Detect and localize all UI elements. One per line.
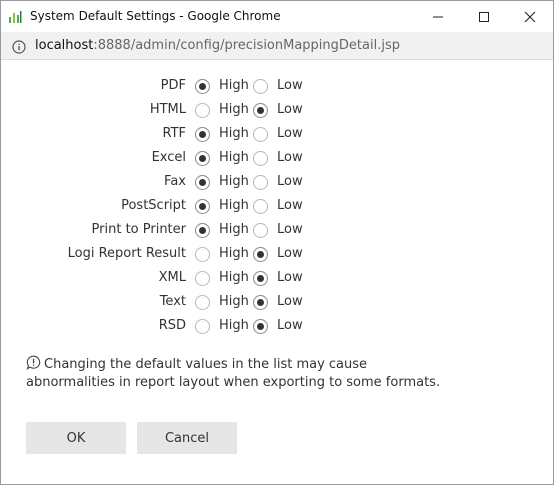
radio-high[interactable]	[195, 199, 210, 214]
format-label: Excel	[151, 150, 186, 165]
format-row: RTF High Low	[1, 123, 553, 147]
url-host: localhost	[35, 38, 94, 53]
info-icon[interactable]	[12, 39, 26, 54]
format-label: PDF	[160, 78, 186, 93]
format-row: HTML High Low	[1, 99, 553, 123]
cancel-button[interactable]: Cancel	[137, 422, 237, 454]
radio-low[interactable]	[253, 295, 268, 310]
radio-high-label[interactable]: High	[219, 270, 249, 285]
radio-high-label[interactable]: High	[219, 78, 249, 93]
radio-low[interactable]	[253, 175, 268, 190]
format-label: XML	[158, 270, 186, 285]
radio-low-label[interactable]: Low	[277, 246, 303, 261]
radio-high[interactable]	[195, 103, 210, 118]
radio-high[interactable]	[195, 151, 210, 166]
url-path: :8888/admin/config/precisionMappingDetai…	[93, 38, 400, 53]
radio-low[interactable]	[253, 199, 268, 214]
radio-low[interactable]	[253, 103, 268, 118]
radio-high-label[interactable]: High	[219, 174, 249, 189]
radio-low-label[interactable]: Low	[277, 102, 303, 117]
radio-low-label[interactable]: Low	[277, 270, 303, 285]
radio-high-label[interactable]: High	[219, 150, 249, 165]
radio-low-label[interactable]: Low	[277, 222, 303, 237]
format-label: Print to Printer	[91, 222, 186, 237]
radio-high[interactable]	[195, 295, 210, 310]
format-label: PostScript	[121, 198, 186, 213]
radio-low-label[interactable]: Low	[277, 174, 303, 189]
radio-high-label[interactable]: High	[219, 246, 249, 261]
radio-low[interactable]	[253, 271, 268, 286]
radio-low[interactable]	[253, 223, 268, 238]
radio-high[interactable]	[195, 271, 210, 286]
warning-icon	[26, 355, 41, 370]
format-row: PDF High Low	[1, 75, 553, 99]
radio-high-label[interactable]: High	[219, 198, 249, 213]
format-row: Text High Low	[1, 291, 553, 315]
radio-low-label[interactable]: Low	[277, 78, 303, 93]
radio-low-label[interactable]: Low	[277, 318, 303, 333]
format-label: RSD	[158, 318, 186, 333]
ok-button[interactable]: OK	[26, 422, 126, 454]
address-bar[interactable]: localhost:8888/admin/config/precisionMap…	[1, 32, 553, 60]
radio-high[interactable]	[195, 127, 210, 142]
url-text[interactable]: localhost:8888/admin/config/precisionMap…	[35, 38, 400, 53]
format-row: Fax High Low	[1, 171, 553, 195]
radio-high[interactable]	[195, 223, 210, 238]
radio-high[interactable]	[195, 319, 210, 334]
radio-high[interactable]	[195, 79, 210, 94]
warning-text: Changing the default values in the list …	[26, 357, 441, 390]
title-bar: System Default Settings - Google Chrome	[1, 1, 553, 32]
maximize-button[interactable]	[461, 1, 507, 32]
radio-low-label[interactable]: Low	[277, 294, 303, 309]
radio-high[interactable]	[195, 175, 210, 190]
format-label: Logi Report Result	[67, 246, 186, 261]
format-label: RTF	[162, 126, 186, 141]
radio-high-label[interactable]: High	[219, 102, 249, 117]
minimize-button[interactable]	[415, 1, 461, 32]
format-label: Text	[159, 294, 186, 309]
dialog-content: PDF High Low HTML High Low RTF High Low Excel High…	[1, 61, 553, 485]
radio-low[interactable]	[253, 79, 268, 94]
app-icon	[8, 9, 22, 23]
format-row: Print to Printer High Low	[1, 219, 553, 243]
radio-high-label[interactable]: High	[219, 126, 249, 141]
radio-low[interactable]	[253, 151, 268, 166]
radio-high[interactable]	[195, 247, 210, 262]
radio-high-label[interactable]: High	[219, 318, 249, 333]
radio-high-label[interactable]: High	[219, 294, 249, 309]
dialog-window: System Default Settings - Google Chrome …	[0, 0, 554, 485]
window-title: System Default Settings - Google Chrome	[30, 9, 281, 23]
radio-low[interactable]	[253, 319, 268, 334]
warning-note: Changing the default values in the list …	[26, 355, 456, 392]
format-row: XML High Low	[1, 267, 553, 291]
radio-low[interactable]	[253, 247, 268, 262]
radio-low-label[interactable]: Low	[277, 150, 303, 165]
format-row: Logi Report Result High Low	[1, 243, 553, 267]
format-row: Excel High Low	[1, 147, 553, 171]
radio-low-label[interactable]: Low	[277, 126, 303, 141]
format-row: PostScript High Low	[1, 195, 553, 219]
radio-low[interactable]	[253, 127, 268, 142]
radio-low-label[interactable]: Low	[277, 198, 303, 213]
format-label: Fax	[164, 174, 186, 189]
radio-high-label[interactable]: High	[219, 222, 249, 237]
format-row: RSD High Low	[1, 315, 553, 339]
format-label: HTML	[149, 102, 186, 117]
close-button[interactable]	[507, 1, 553, 32]
